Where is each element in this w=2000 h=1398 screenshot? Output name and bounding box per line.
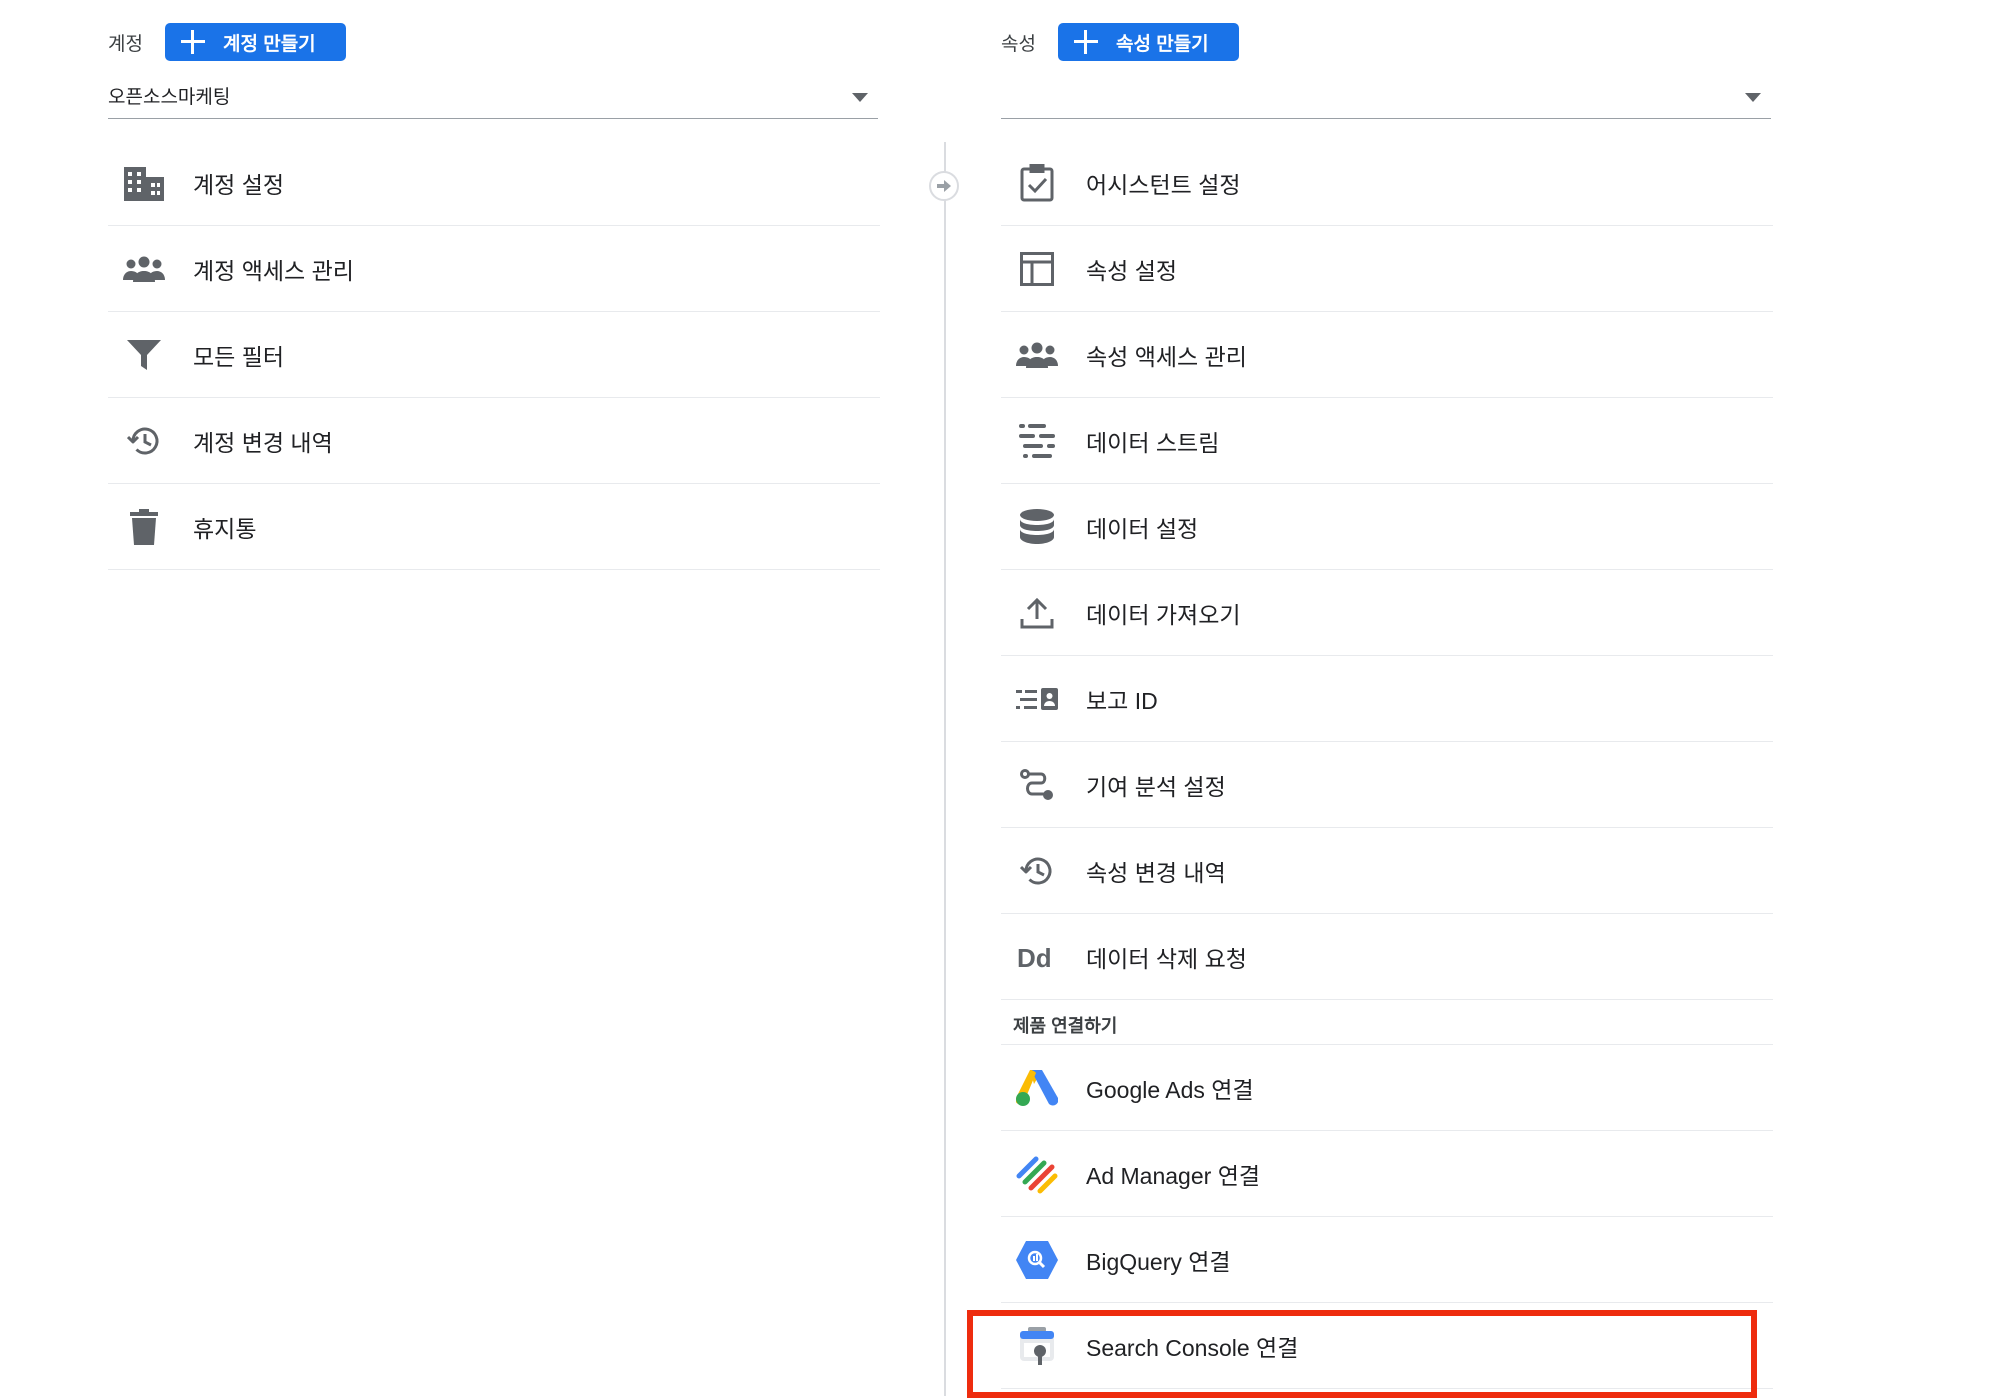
column-divider (944, 142, 946, 1396)
menu-item-trash[interactable]: 휴지통 (108, 484, 880, 570)
dd-icon: Dd (1013, 933, 1061, 981)
building-icon (120, 159, 168, 207)
arrow-right-icon (929, 171, 959, 201)
product-links-heading: 제품 연결하기 (1013, 1016, 1118, 1036)
people-icon (120, 245, 168, 293)
menu-item-ad-manager-links[interactable]: Ad Manager 연결 (1001, 1131, 1773, 1217)
account-menu: 계정 설정 계정 액세스 관리 모든 필터 계정 변경 내역 휴지통 (108, 140, 880, 570)
menu-item-account-history[interactable]: 계정 변경 내역 (108, 398, 880, 484)
menu-item-data-import[interactable]: 데이터 가져오기 (1001, 570, 1773, 656)
menu-item-bigquery-links[interactable]: BigQuery 연결 (1001, 1217, 1773, 1303)
menu-item-label: 계정 변경 내역 (193, 429, 333, 456)
menu-item-label: 속성 설정 (1086, 257, 1178, 284)
svg-text:Dd: Dd (1017, 943, 1052, 971)
menu-item-label: BigQuery 연결 (1086, 1248, 1231, 1275)
menu-item-label: 데이터 스트림 (1086, 429, 1220, 456)
menu-item-setup-assistant[interactable]: 어시스턴트 설정 (1001, 140, 1773, 226)
trash-icon (120, 503, 168, 551)
menu-item-label: Search Console 연결 (1086, 1334, 1299, 1361)
menu-item-label: 속성 액세스 관리 (1086, 343, 1247, 370)
menu-item-label: 휴지통 (193, 515, 257, 542)
layout-icon (1013, 245, 1061, 293)
product-links-section-title: 제품 연결하기 (1001, 1000, 1773, 1045)
menu-item-property-settings[interactable]: 속성 설정 (1001, 226, 1773, 312)
menu-item-label: 기여 분석 설정 (1086, 773, 1226, 800)
menu-item-label: 데이터 삭제 요청 (1086, 945, 1247, 972)
reporting-id-icon (1013, 675, 1061, 723)
dropdown-caret-icon (1745, 93, 1761, 102)
plus-icon (180, 30, 205, 54)
menu-item-label: Ad Manager 연결 (1086, 1162, 1261, 1189)
create-property-label: 속성 만들기 (1115, 33, 1209, 55)
filter-icon (120, 331, 168, 379)
property-selector[interactable] (1001, 72, 1771, 119)
menu-item-all-filters[interactable]: 모든 필터 (108, 312, 880, 398)
people-icon (1013, 331, 1061, 379)
menu-item-search-console-links[interactable]: Search Console 연결 (1001, 1303, 1773, 1389)
menu-item-label: 어시스턴트 설정 (1086, 171, 1241, 198)
menu-item-data-streams[interactable]: 데이터 스트림 (1001, 398, 1773, 484)
history-icon (1013, 847, 1061, 895)
menu-item-attribution-settings[interactable]: 기여 분석 설정 (1001, 742, 1773, 828)
account-selected-value: 오픈소스마케팅 (108, 87, 231, 108)
data-stream-icon (1013, 417, 1061, 465)
menu-item-label: 계정 액세스 관리 (193, 257, 354, 284)
history-icon (120, 417, 168, 465)
property-label: 속성 (1001, 33, 1036, 55)
property-header: 속성 속성 만들기 (1001, 22, 1239, 62)
menu-item-label: 모든 필터 (193, 343, 285, 370)
menu-item-data-deletion-requests[interactable]: Dd 데이터 삭제 요청 (1001, 914, 1773, 1000)
ad-manager-icon (1013, 1150, 1061, 1198)
plus-icon (1073, 30, 1098, 54)
menu-item-account-access[interactable]: 계정 액세스 관리 (108, 226, 880, 312)
account-header: 계정 계정 만들기 (108, 22, 346, 62)
attribution-icon (1013, 761, 1061, 809)
create-account-button[interactable]: 계정 만들기 (164, 23, 346, 61)
bigquery-icon (1013, 1236, 1061, 1284)
google-ads-icon (1013, 1064, 1061, 1112)
menu-item-label: 보고 ID (1086, 687, 1158, 714)
menu-item-label: 속성 변경 내역 (1086, 859, 1226, 886)
dropdown-caret-icon (852, 93, 868, 102)
create-account-label: 계정 만들기 (222, 33, 316, 55)
menu-item-reporting-id[interactable]: 보고 ID (1001, 656, 1773, 742)
menu-item-account-settings[interactable]: 계정 설정 (108, 140, 880, 226)
menu-item-label: 계정 설정 (193, 171, 285, 198)
create-property-button[interactable]: 속성 만들기 (1057, 23, 1239, 61)
menu-item-label: 데이터 가져오기 (1086, 601, 1241, 628)
account-label: 계정 (108, 33, 143, 55)
clipboard-check-icon (1013, 159, 1061, 207)
menu-item-label: Google Ads 연결 (1086, 1076, 1254, 1103)
account-selector[interactable]: 오픈소스마케팅 (108, 72, 878, 119)
upload-icon (1013, 589, 1061, 637)
menu-item-property-access[interactable]: 속성 액세스 관리 (1001, 312, 1773, 398)
menu-item-data-settings[interactable]: 데이터 설정 (1001, 484, 1773, 570)
menu-item-property-history[interactable]: 속성 변경 내역 (1001, 828, 1773, 914)
search-console-icon (1013, 1322, 1061, 1370)
menu-item-label: 데이터 설정 (1086, 515, 1199, 542)
menu-item-google-ads-links[interactable]: Google Ads 연결 (1001, 1045, 1773, 1131)
database-icon (1013, 503, 1061, 551)
property-menu: 어시스턴트 설정 속성 설정 속성 액세스 관리 데이터 스트림 데이터 설정 (1001, 140, 1773, 1389)
